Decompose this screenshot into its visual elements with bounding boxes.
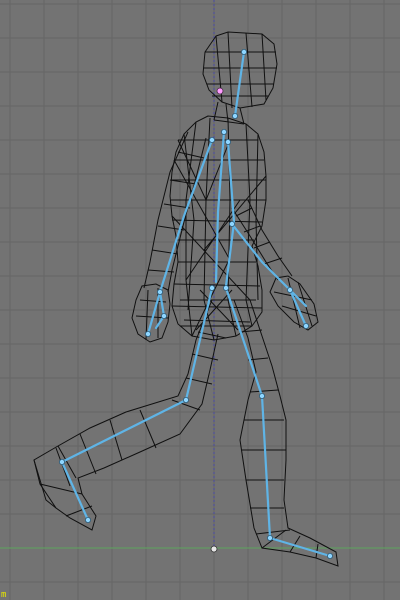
joint-chest[interactable] — [220, 128, 227, 135]
back-leg-mesh — [233, 299, 339, 567]
right-arm-mesh-rings — [235, 207, 283, 265]
3d-viewport[interactable]: m — [0, 0, 400, 600]
bone-back-leg[interactable] — [224, 286, 332, 558]
joint-right-wrist[interactable] — [286, 286, 293, 293]
character-wireframe-mesh[interactable] — [33, 31, 339, 567]
right-hand-mesh — [269, 275, 319, 331]
joint-front-toe[interactable] — [85, 517, 92, 524]
joint-hip-right[interactable] — [222, 284, 229, 291]
joint-left-finger[interactable] — [160, 312, 167, 319]
joint-right-hand[interactable] — [302, 322, 309, 329]
left-arm-mesh-rings — [147, 151, 205, 273]
front-leg-mesh-rings — [55, 331, 227, 487]
object-origin-point[interactable] — [210, 545, 218, 553]
bone-right-arm[interactable] — [230, 222, 308, 328]
joint-left-hand[interactable] — [144, 330, 151, 337]
joint-back-knee[interactable] — [258, 392, 265, 399]
viewport-corner-label: m — [1, 590, 7, 600]
joint-left-wrist[interactable] — [156, 288, 163, 295]
viewport-canvas[interactable] — [0, 0, 400, 600]
bone-front-leg[interactable] — [60, 286, 214, 522]
joint-hip-left[interactable] — [208, 284, 215, 291]
joint-neck[interactable] — [231, 113, 238, 120]
joint-right-shoulder[interactable] — [224, 138, 231, 145]
joint-back-toe[interactable] — [326, 553, 333, 560]
selected-vertex-marker[interactable] — [216, 87, 224, 95]
joint-front-knee[interactable] — [182, 396, 189, 403]
front-foot-mesh — [33, 445, 93, 517]
joint-back-ankle[interactable] — [266, 535, 273, 542]
joint-left-shoulder[interactable] — [208, 136, 215, 143]
joint-right-elbow[interactable] — [228, 220, 235, 227]
neck-mesh — [213, 101, 245, 125]
joint-head-tip[interactable] — [240, 49, 247, 56]
bone-spine[interactable] — [214, 130, 226, 284]
joint-front-ankle[interactable] — [59, 458, 66, 465]
